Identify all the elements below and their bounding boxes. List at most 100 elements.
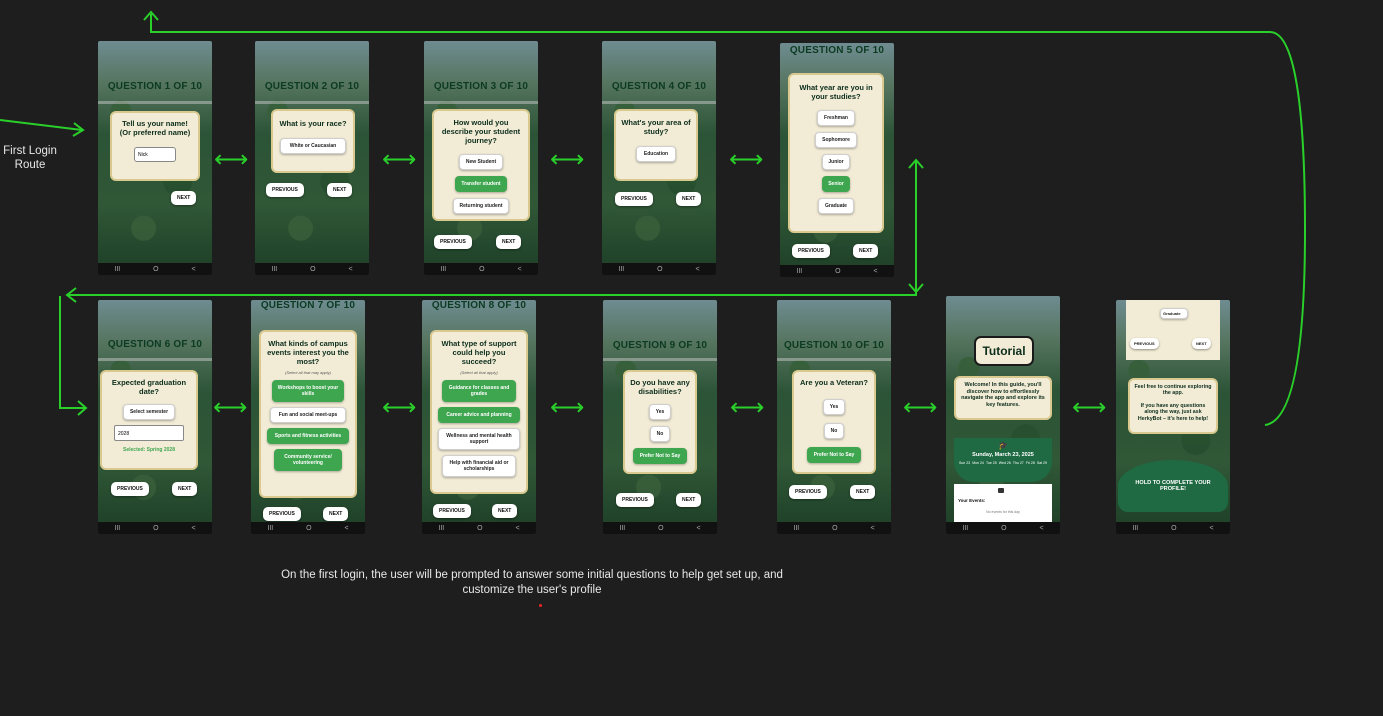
back-icon[interactable]: <	[696, 525, 700, 532]
back-icon[interactable]: <	[344, 525, 348, 532]
back-icon[interactable]: <	[515, 525, 519, 532]
recents-icon[interactable]: III	[619, 525, 625, 532]
previous-button[interactable]: PREVIOUS	[434, 235, 472, 249]
next-button[interactable]: NEXT	[853, 244, 879, 258]
option-button-selected[interactable]: Workshops to boost your skills	[272, 380, 344, 402]
day-cell[interactable]: Mon 24	[972, 461, 984, 465]
previous-button[interactable]: PREVIOUS	[792, 244, 830, 258]
select-semester-button[interactable]: Select semester	[123, 404, 175, 420]
option-button[interactable]: No	[824, 423, 844, 439]
option-button[interactable]: Graduate	[1160, 308, 1188, 319]
option-button-selected[interactable]: Prefer Not to Say	[807, 447, 861, 463]
back-icon[interactable]: <	[870, 525, 874, 532]
option-button[interactable]: Freshman	[817, 110, 855, 126]
previous-button[interactable]: PREVIOUS	[111, 482, 149, 496]
next-button[interactable]: NEXT	[850, 485, 876, 499]
option-button-selected[interactable]: Prefer Not to Say	[633, 448, 687, 464]
option-button[interactable]: Help with financial aid or scholarships	[442, 455, 516, 477]
recents-icon[interactable]: III	[962, 525, 968, 532]
day-cell[interactable]: Sun 23	[959, 461, 970, 465]
home-icon[interactable]: O	[832, 525, 837, 532]
question-text: What is your race?	[279, 119, 347, 128]
screen-complete-profile: Graduate PREVIOUS NEXT Feel free to cont…	[1116, 300, 1230, 534]
previous-button[interactable]: PREVIOUS	[266, 183, 304, 197]
home-icon[interactable]: O	[1001, 525, 1006, 532]
recents-icon[interactable]: III	[438, 525, 444, 532]
day-cell[interactable]: Wed 26	[999, 461, 1011, 465]
name-input[interactable]: Nick	[134, 147, 176, 162]
home-icon[interactable]: O	[657, 266, 662, 273]
option-button[interactable]: Graduate	[818, 198, 854, 214]
home-icon[interactable]: O	[835, 268, 840, 275]
previous-screen-overlay: Graduate PREVIOUS NEXT	[1126, 300, 1220, 360]
next-button[interactable]: NEXT	[171, 191, 197, 205]
next-button[interactable]: NEXT	[492, 504, 518, 518]
home-icon[interactable]: O	[153, 525, 158, 532]
home-icon[interactable]: O	[658, 525, 663, 532]
next-button[interactable]: NEXT	[676, 493, 702, 507]
option-button[interactable]: Junior	[822, 154, 850, 170]
back-icon[interactable]: <	[191, 525, 195, 532]
next-button[interactable]: NEXT	[676, 192, 702, 206]
day-cell[interactable]: Tue 25	[986, 461, 997, 465]
next-button[interactable]: NEXT	[327, 183, 353, 197]
previous-button[interactable]: PREVIOUS	[615, 192, 653, 206]
previous-button[interactable]: PREVIOUS	[433, 504, 471, 518]
option-button-selected[interactable]: Guidance for classes and grades	[442, 380, 516, 402]
back-icon[interactable]: <	[517, 266, 521, 273]
back-icon[interactable]: <	[1039, 525, 1043, 532]
option-button[interactable]: Education	[636, 146, 676, 162]
home-icon[interactable]: O	[310, 266, 315, 273]
option-button-selected[interactable]: Career advice and planning	[438, 407, 520, 423]
option-button-selected[interactable]: Sports and fitness activities	[267, 428, 349, 444]
question-text: Are you a Veteran?	[800, 378, 868, 387]
option-button[interactable]: Wellness and mental health support	[438, 428, 520, 450]
recents-icon[interactable]: III	[1132, 525, 1138, 532]
next-button[interactable]: NEXT	[172, 482, 198, 496]
back-icon[interactable]: <	[695, 266, 699, 273]
option-button[interactable]: New Student	[459, 154, 503, 170]
flow-caption: On the first login, the user will be pro…	[281, 569, 783, 596]
option-button-selected[interactable]: Senior	[822, 176, 850, 192]
recents-icon[interactable]: III	[796, 268, 802, 275]
recents-icon[interactable]: III	[618, 266, 624, 273]
option-button-selected[interactable]: Transfer student	[455, 176, 507, 192]
day-cell[interactable]: Sat 29	[1037, 461, 1047, 465]
hold-to-complete-button[interactable]: HOLD TO COMPLETE YOUR PROFILE!	[1118, 460, 1228, 512]
previous-button[interactable]: PREVIOUS	[789, 485, 827, 499]
previous-button[interactable]: PREVIOUS	[616, 493, 654, 507]
option-button[interactable]: White or Caucasian	[280, 138, 346, 154]
back-icon[interactable]: <	[1209, 525, 1213, 532]
back-icon[interactable]: <	[348, 266, 352, 273]
option-button[interactable]: Sophomore	[815, 132, 857, 148]
home-icon[interactable]: O	[477, 525, 482, 532]
next-button[interactable]: NEXT	[323, 507, 349, 521]
day-cell[interactable]: Thu 27	[1013, 461, 1024, 465]
question-card: What year are you in your studies? Fresh…	[788, 73, 884, 233]
option-button[interactable]: Returning student	[453, 198, 509, 214]
recents-icon[interactable]: III	[271, 266, 277, 273]
home-icon[interactable]: O	[479, 266, 484, 273]
year-input[interactable]: 2028	[114, 425, 184, 441]
option-button[interactable]: Fun and social meet-ups	[270, 407, 346, 423]
previous-button[interactable]: PREVIOUS	[263, 507, 301, 521]
previous-button[interactable]: PREVIOUS	[1130, 338, 1159, 349]
next-button[interactable]: NEXT	[1192, 338, 1211, 349]
option-button[interactable]: Yes	[649, 404, 671, 420]
home-icon[interactable]: O	[306, 525, 311, 532]
home-icon[interactable]: O	[1171, 525, 1176, 532]
recents-icon[interactable]: III	[440, 266, 446, 273]
back-icon[interactable]: <	[873, 268, 877, 275]
option-button-selected[interactable]: Community service/ volunteering	[274, 449, 342, 471]
day-cell[interactable]: Fri 28	[1026, 461, 1035, 465]
option-button[interactable]: Yes	[823, 399, 845, 415]
home-icon[interactable]: O	[153, 266, 158, 273]
recents-icon[interactable]: III	[114, 266, 120, 273]
tutorial-card: Welcome! In this guide, you'll discover …	[954, 376, 1052, 420]
recents-icon[interactable]: III	[114, 525, 120, 532]
option-button[interactable]: No	[650, 426, 670, 442]
recents-icon[interactable]: III	[793, 525, 799, 532]
next-button[interactable]: NEXT	[496, 235, 522, 249]
recents-icon[interactable]: III	[267, 525, 273, 532]
back-icon[interactable]: <	[191, 266, 195, 273]
